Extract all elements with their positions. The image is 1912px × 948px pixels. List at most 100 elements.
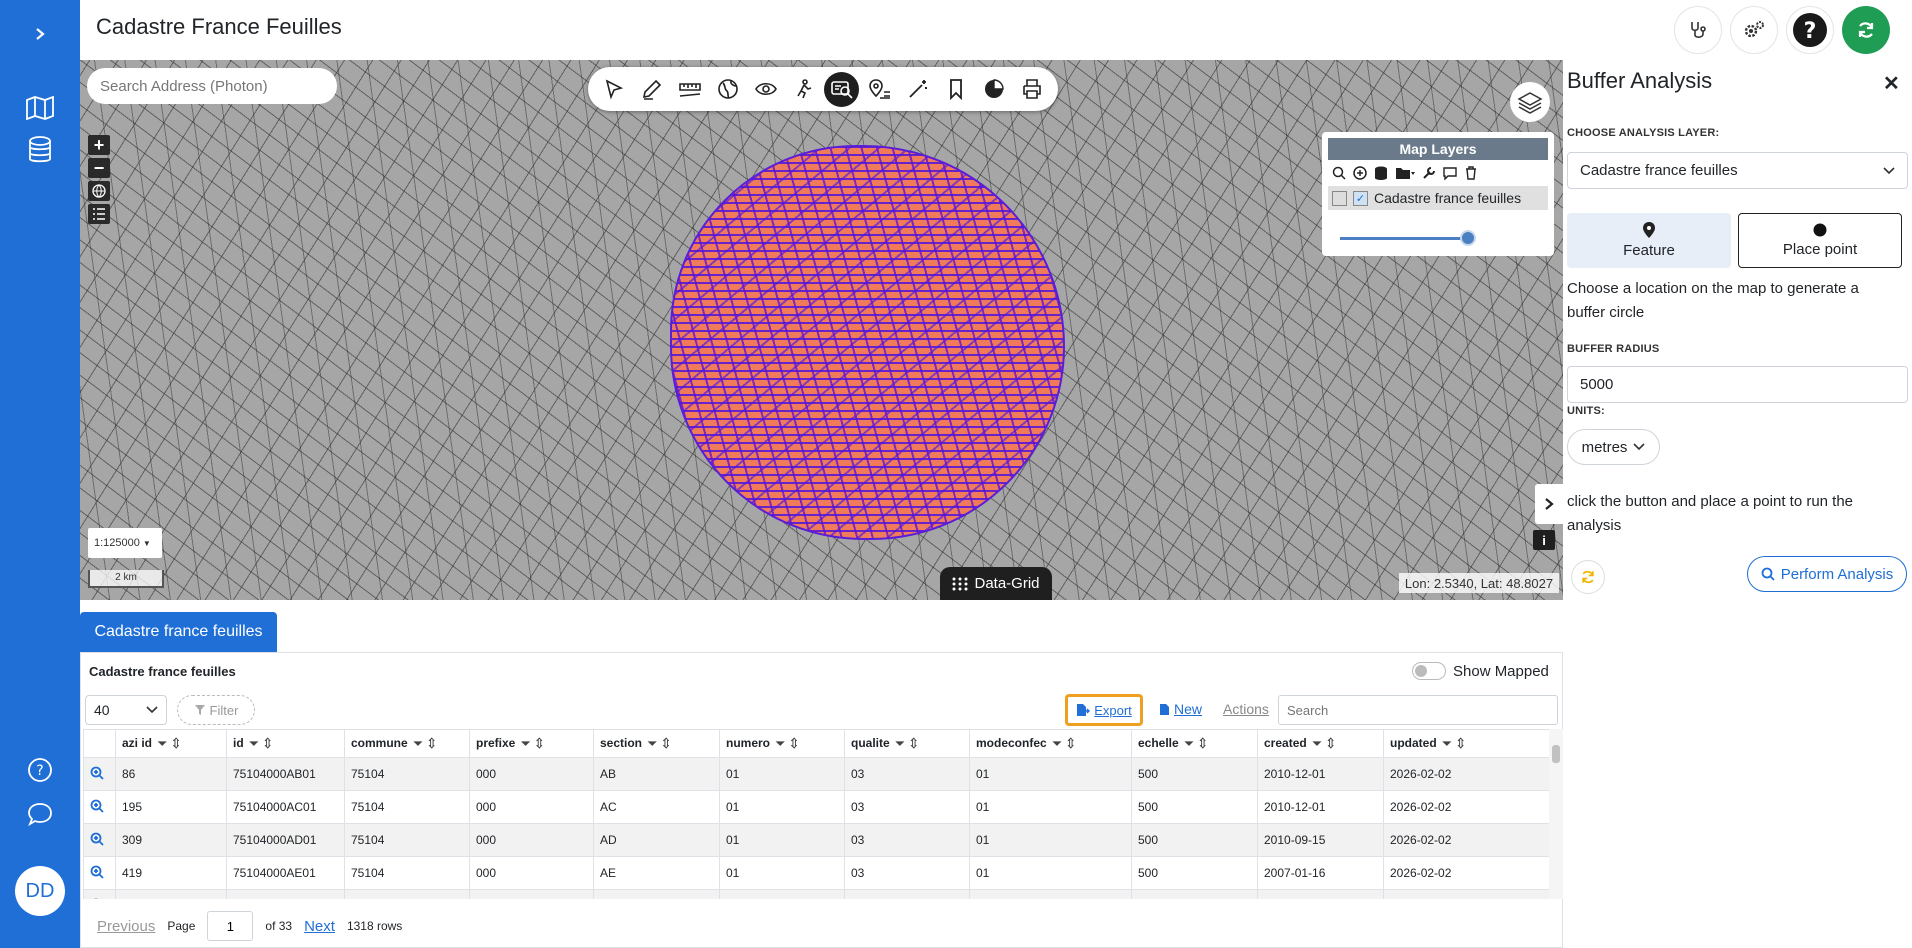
- new-record-button[interactable]: New: [1159, 701, 1202, 717]
- page-size-select[interactable]: 40: [85, 695, 167, 725]
- table-cell: 03: [844, 889, 970, 899]
- layers-toggle-button[interactable]: [1510, 82, 1550, 122]
- table-cell: 500: [1131, 856, 1258, 890]
- tool-chart[interactable]: [976, 72, 1011, 107]
- tool-magic[interactable]: [900, 72, 935, 107]
- zoom-to-row-button[interactable]: [83, 889, 116, 899]
- tool-search-map[interactable]: [824, 71, 859, 107]
- place-point-toggle-button[interactable]: Place point: [1738, 213, 1902, 268]
- filter-button[interactable]: Filter: [177, 695, 255, 725]
- sidebar-item-data[interactable]: [22, 132, 58, 168]
- tool-route[interactable]: [786, 72, 821, 107]
- zoom-to-row-button[interactable]: [83, 790, 116, 824]
- table-cell: 000: [469, 790, 594, 824]
- tool-draw[interactable]: [634, 72, 669, 107]
- table-row[interactable]: 419 75104000AE01 75104 000 AE 01 03 01 500 2007-0…: [83, 856, 1549, 890]
- zoom-to-row-button[interactable]: [83, 823, 116, 857]
- column-header[interactable]: updated ⏷⇕: [1383, 729, 1549, 758]
- column-header[interactable]: commune ⏷⇕: [344, 729, 470, 758]
- grid-search-input[interactable]: [1278, 695, 1558, 725]
- perform-analysis-button[interactable]: Perform Analysis: [1747, 556, 1907, 592]
- map-layers-title: Map Layers: [1328, 138, 1548, 160]
- table-cell: 75104000AE01: [226, 856, 345, 890]
- page-number-input[interactable]: [207, 911, 254, 941]
- layer-opacity-thumb[interactable]: [1460, 230, 1476, 246]
- analysis-layer-select[interactable]: Cadastre france feuilles: [1567, 152, 1908, 189]
- page-title: Cadastre France Feuilles: [96, 14, 342, 39]
- table-cell: 500: [1131, 823, 1258, 857]
- table-cell: 01: [969, 889, 1132, 899]
- tool-visibility[interactable]: [748, 72, 783, 107]
- data-grid-toggle[interactable]: Data-Grid: [940, 567, 1052, 600]
- table-row[interactable]: 53375104000AF0175104000AF0103015002007-0…: [83, 889, 1549, 899]
- layer-visible-checkbox[interactable]: ✓: [1353, 190, 1368, 206]
- tab-cadastre[interactable]: Cadastre france feuilles: [80, 612, 277, 652]
- column-header[interactable]: prefixe ⏷⇕: [469, 729, 594, 758]
- column-header[interactable]: qualite ⏷⇕: [844, 729, 970, 758]
- show-mapped-toggle[interactable]: [1412, 662, 1446, 680]
- globe-button[interactable]: [88, 181, 110, 201]
- refresh-button[interactable]: [1842, 6, 1890, 54]
- buffer-radius-input[interactable]: [1567, 366, 1908, 403]
- stethoscope-button[interactable]: [1674, 6, 1722, 54]
- reset-button[interactable]: [1571, 560, 1605, 594]
- column-header[interactable]: modeconfec ⏷⇕: [969, 729, 1132, 758]
- sidebar-item-chat[interactable]: [22, 796, 58, 832]
- tool-globe[interactable]: [710, 72, 745, 107]
- column-header[interactable]: id ⏷⇕: [226, 729, 345, 758]
- zoom-to-row-button[interactable]: [83, 757, 116, 791]
- previous-page-link[interactable]: Previous: [97, 918, 155, 935]
- table-cell: 000: [469, 823, 594, 857]
- tool-pin[interactable]: [862, 72, 897, 107]
- tool-select[interactable]: [596, 72, 631, 107]
- info-button[interactable]: i: [1533, 530, 1555, 550]
- zoom-to-row-button[interactable]: [83, 856, 116, 890]
- zoom-out-button[interactable]: −: [88, 158, 110, 178]
- actions-button[interactable]: Actions: [1223, 701, 1269, 717]
- settings-button[interactable]: [1730, 6, 1778, 54]
- column-header[interactable]: azi id ⏷⇕: [115, 729, 227, 758]
- scale-select[interactable]: 1:125000 ▼: [88, 528, 162, 558]
- zoom-in-icon: [90, 766, 104, 780]
- column-header[interactable]: numero ⏷⇕: [719, 729, 845, 758]
- map-toolbar: [588, 67, 1058, 111]
- zoom-in-button[interactable]: +: [88, 135, 110, 155]
- place-point-label: Place point: [1782, 241, 1858, 258]
- table-cell: 195: [115, 790, 227, 824]
- tool-bookmark[interactable]: [938, 72, 973, 107]
- export-button[interactable]: Export: [1065, 694, 1143, 726]
- table-row[interactable]: 309 75104000AD01 75104 000 AD 01 03 01 500 2010-0…: [83, 823, 1549, 857]
- vertical-scrollbar[interactable]: [1549, 729, 1563, 899]
- expand-panel-button[interactable]: [1535, 484, 1563, 524]
- sidebar-expand-button[interactable]: [22, 16, 58, 52]
- table-cell: 01: [969, 823, 1132, 857]
- layer-opacity-slider[interactable]: [1340, 237, 1470, 240]
- next-page-link[interactable]: Next: [304, 918, 335, 935]
- address-search-input[interactable]: [87, 68, 337, 104]
- table-cell: 533: [115, 889, 227, 899]
- table-cell: 03: [844, 757, 970, 791]
- column-header[interactable]: created ⏷⇕: [1257, 729, 1384, 758]
- avatar[interactable]: DD: [15, 866, 65, 916]
- tool-measure[interactable]: [672, 72, 707, 107]
- table-row[interactable]: 195 75104000AC01 75104 000 AC 01 03 01 500 2010-1…: [83, 790, 1549, 824]
- units-value: metres: [1581, 438, 1628, 456]
- help-button[interactable]: ?: [1786, 6, 1834, 54]
- folder-icon: [1396, 168, 1415, 179]
- table-cell: 01: [719, 856, 845, 890]
- layer-row[interactable]: ✓ Cadastre france feuilles: [1328, 186, 1548, 210]
- choose-layer-label: CHOOSE ANALYSIS LAYER:: [1567, 127, 1720, 139]
- layer-select-checkbox[interactable]: [1332, 190, 1347, 206]
- sidebar-item-maps[interactable]: [22, 90, 58, 126]
- close-icon[interactable]: ✕: [1883, 71, 1900, 96]
- table-row[interactable]: 86 75104000AB01 75104 000 AB 01 03 01 500 2010-12…: [83, 757, 1549, 791]
- units-select[interactable]: metres: [1567, 429, 1660, 465]
- column-header[interactable]: echelle ⏷⇕: [1131, 729, 1258, 758]
- column-header[interactable]: section ⏷⇕: [593, 729, 720, 758]
- page-size-value: 40: [94, 702, 110, 718]
- tool-print[interactable]: [1014, 72, 1049, 107]
- sidebar-item-help[interactable]: ?: [22, 752, 58, 788]
- feature-toggle-button[interactable]: Feature: [1567, 213, 1731, 268]
- legend-button[interactable]: [88, 204, 110, 224]
- map-canvas[interactable]: + − Map Layers: [80, 60, 1563, 600]
